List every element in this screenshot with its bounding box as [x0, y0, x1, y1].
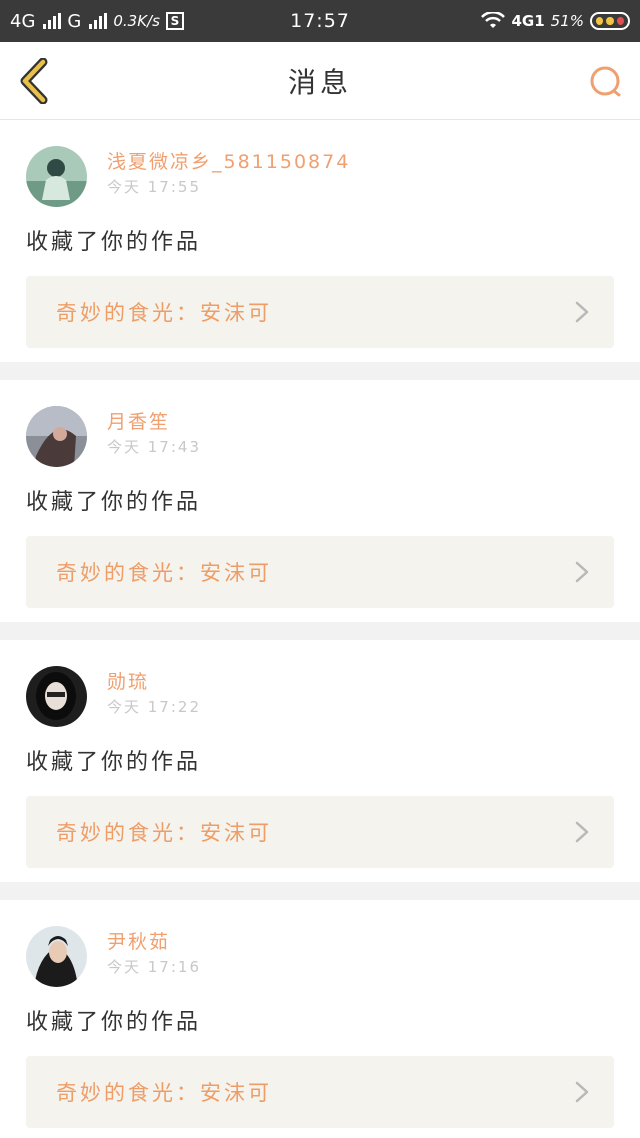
status-left: 4G G 0.3K/s S — [10, 11, 184, 32]
page-title: 消息 — [287, 65, 352, 99]
message-card: 月香笙 今天 17:43 收藏了你的作品 奇妙的食光：安沫可 — [0, 380, 640, 622]
work-title: 奇妙的食光：安沫可 — [56, 301, 272, 325]
action-text: 收藏了你的作品 — [26, 230, 202, 255]
timestamp: 今天 17:22 — [107, 698, 201, 716]
avatar[interactable] — [26, 406, 87, 467]
battery-percent: 51% — [550, 12, 584, 30]
battery-icon — [590, 12, 630, 30]
timestamp: 今天 17:16 — [107, 958, 201, 976]
chevron-right-icon — [575, 301, 589, 323]
search-icon — [590, 66, 621, 97]
action-text: 收藏了你的作品 — [26, 490, 202, 515]
signal-icon — [43, 13, 62, 29]
work-link[interactable]: 奇妙的食光：安沫可 — [26, 796, 614, 868]
username[interactable]: 浅夏微凉乡_581150874 — [107, 150, 350, 174]
avatar[interactable] — [26, 146, 87, 207]
message-card: 浅夏微凉乡_581150874 今天 17:55 收藏了你的作品 奇妙的食光：安… — [0, 120, 640, 362]
action-text: 收藏了你的作品 — [26, 750, 202, 775]
timestamp: 今天 17:55 — [107, 178, 201, 196]
chevron-right-icon — [575, 561, 589, 583]
screen: 4G G 0.3K/s S 17:57 4G1 51% 消息 浅夏微凉乡_581… — [0, 0, 640, 1138]
chevron-left-icon — [20, 58, 48, 104]
s-badge-icon: S — [165, 12, 184, 30]
search-button[interactable] — [586, 62, 626, 102]
work-link[interactable]: 奇妙的食光：安沫可 — [26, 1056, 614, 1128]
action-text: 收藏了你的作品 — [26, 1010, 202, 1035]
app-header: 消息 — [0, 42, 640, 120]
work-title: 奇妙的食光：安沫可 — [56, 1081, 272, 1105]
message-list: 浅夏微凉乡_581150874 今天 17:55 收藏了你的作品 奇妙的食光：安… — [0, 120, 640, 1138]
work-title: 奇妙的食光：安沫可 — [56, 561, 272, 585]
wifi-icon — [481, 12, 506, 28]
network-speed: 0.3K/s — [113, 12, 160, 30]
username[interactable]: 勋琉 — [107, 670, 201, 694]
message-card: 尹秋茹 今天 17:16 收藏了你的作品 奇妙的食光：安沫可 — [0, 900, 640, 1138]
chevron-right-icon — [575, 1081, 589, 1103]
status-right: 4G1 51% — [481, 12, 630, 30]
work-link[interactable]: 奇妙的食光：安沫可 — [26, 276, 614, 348]
work-title: 奇妙的食光：安沫可 — [56, 821, 272, 845]
message-card: 勋琉 今天 17:22 收藏了你的作品 奇妙的食光：安沫可 — [0, 640, 640, 882]
username[interactable]: 月香笙 — [107, 410, 201, 434]
network-label-2: G — [67, 10, 82, 32]
status-bar: 4G G 0.3K/s S 17:57 4G1 51% — [0, 0, 640, 42]
timestamp: 今天 17:43 — [107, 438, 201, 456]
network-label-1: 4G — [10, 10, 36, 32]
back-button[interactable] — [14, 56, 54, 106]
avatar[interactable] — [26, 926, 87, 987]
signal-icon-2 — [89, 13, 108, 29]
avatar[interactable] — [26, 666, 87, 727]
work-link[interactable]: 奇妙的食光：安沫可 — [26, 536, 614, 608]
username[interactable]: 尹秋茹 — [107, 930, 201, 954]
network-label-3: 4G1 — [511, 12, 545, 30]
chevron-right-icon — [575, 821, 589, 843]
